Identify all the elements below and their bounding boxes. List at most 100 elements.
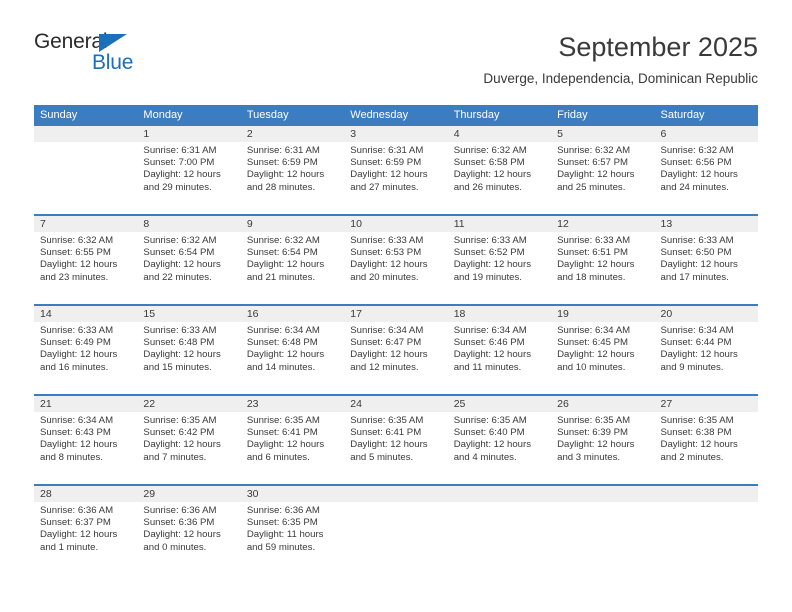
day-details — [344, 502, 447, 505]
brand-logo[interactable]: General Blue — [34, 30, 154, 82]
day-cell[interactable]: 10 Sunrise: 6:33 AM Sunset: 6:53 PM Dayl… — [344, 216, 448, 304]
sunrise-text: Sunrise: 6:33 AM — [143, 325, 217, 336]
day-details: Sunrise: 6:32 AM Sunset: 6:58 PM Dayligh… — [448, 142, 551, 194]
day-details: Sunrise: 6:31 AM Sunset: 6:59 PM Dayligh… — [344, 142, 447, 194]
sunrise-text: Sunrise: 6:36 AM — [246, 505, 320, 516]
sunset-text: Sunset: 6:52 PM — [453, 247, 525, 259]
sunrise-text: Sunrise: 6:33 AM — [453, 235, 527, 246]
sunset-text: Sunset: 6:41 PM — [246, 427, 318, 439]
day-details: Sunrise: 6:35 AM Sunset: 6:41 PM Dayligh… — [241, 412, 344, 464]
day-number: 6 — [654, 126, 758, 142]
day-cell[interactable] — [551, 486, 655, 574]
day-number: 26 — [551, 396, 655, 412]
day-details: Sunrise: 6:33 AM Sunset: 6:51 PM Dayligh… — [551, 232, 654, 284]
sunrise-text: Sunrise: 6:32 AM — [143, 235, 217, 246]
day-number: 23 — [240, 396, 345, 412]
day-cell[interactable]: 12 Sunrise: 6:33 AM Sunset: 6:51 PM Dayl… — [551, 216, 655, 304]
day-details — [34, 142, 137, 145]
day-cell[interactable]: 11 Sunrise: 6:33 AM Sunset: 6:52 PM Dayl… — [447, 216, 552, 304]
day-cell[interactable] — [344, 486, 448, 574]
day-cell[interactable]: 20 Sunrise: 6:34 AM Sunset: 6:44 PM Dayl… — [654, 306, 758, 394]
sunset-text: Sunset: 6:42 PM — [143, 427, 215, 439]
brand-name-blue: Blue — [92, 51, 134, 74]
day-cell[interactable]: 3 Sunrise: 6:31 AM Sunset: 6:59 PM Dayli… — [344, 126, 448, 214]
daylight-text: Daylight: 12 hours and 25 minutes. — [557, 169, 635, 193]
day-cell[interactable]: 4 Sunrise: 6:32 AM Sunset: 6:58 PM Dayli… — [447, 126, 552, 214]
day-cell[interactable]: 8 Sunrise: 6:32 AM Sunset: 6:54 PM Dayli… — [137, 216, 241, 304]
day-cell[interactable]: 15 Sunrise: 6:33 AM Sunset: 6:48 PM Dayl… — [137, 306, 241, 394]
day-cell[interactable] — [447, 486, 552, 574]
sunrise-text: Sunrise: 6:36 AM — [40, 505, 114, 516]
day-cell[interactable]: 6 Sunrise: 6:32 AM Sunset: 6:56 PM Dayli… — [654, 126, 758, 214]
sunset-text: Sunset: 6:56 PM — [660, 157, 732, 169]
day-details: Sunrise: 6:34 AM Sunset: 6:48 PM Dayligh… — [241, 322, 344, 374]
sunset-text: Sunset: 6:49 PM — [40, 337, 111, 349]
day-details: Sunrise: 6:35 AM Sunset: 6:42 PM Dayligh… — [137, 412, 240, 464]
day-cell[interactable] — [34, 126, 138, 214]
day-cell[interactable]: 2 Sunrise: 6:31 AM Sunset: 6:59 PM Dayli… — [240, 126, 345, 214]
daylight-text: Daylight: 12 hours and 28 minutes. — [246, 169, 325, 193]
sunrise-text: Sunrise: 6:35 AM — [246, 415, 320, 426]
daylight-text: Daylight: 12 hours and 16 minutes. — [40, 349, 118, 373]
daylight-text: Daylight: 12 hours and 2 minutes. — [660, 439, 738, 463]
day-cell[interactable]: 19 Sunrise: 6:34 AM Sunset: 6:45 PM Dayl… — [551, 306, 655, 394]
day-details: Sunrise: 6:33 AM Sunset: 6:49 PM Dayligh… — [34, 322, 137, 374]
day-details: Sunrise: 6:36 AM Sunset: 6:37 PM Dayligh… — [34, 502, 137, 554]
daylight-text: Daylight: 12 hours and 15 minutes. — [143, 349, 221, 373]
sunrise-text: Sunrise: 6:32 AM — [246, 235, 320, 246]
day-cell[interactable]: 22 Sunrise: 6:35 AM Sunset: 6:42 PM Dayl… — [137, 396, 241, 484]
day-cell[interactable]: 18 Sunrise: 6:34 AM Sunset: 6:46 PM Dayl… — [447, 306, 552, 394]
day-cell[interactable]: 24 Sunrise: 6:35 AM Sunset: 6:41 PM Dayl… — [344, 396, 448, 484]
weekday-header-wednesday: Wednesday — [350, 109, 409, 121]
day-details: Sunrise: 6:34 AM Sunset: 6:47 PM Dayligh… — [344, 322, 447, 374]
day-cell[interactable] — [654, 486, 758, 574]
day-number: 30 — [240, 486, 345, 502]
day-cell[interactable]: 16 Sunrise: 6:34 AM Sunset: 6:48 PM Dayl… — [240, 306, 345, 394]
day-cell[interactable]: 30 Sunrise: 6:36 AM Sunset: 6:35 PM Dayl… — [240, 486, 345, 574]
day-cell[interactable]: 27 Sunrise: 6:35 AM Sunset: 6:38 PM Dayl… — [654, 396, 758, 484]
day-number: 7 — [34, 216, 138, 232]
day-cell[interactable]: 5 Sunrise: 6:32 AM Sunset: 6:57 PM Dayli… — [551, 126, 655, 214]
sunrise-text: Sunrise: 6:32 AM — [40, 235, 114, 246]
day-cell[interactable]: 25 Sunrise: 6:35 AM Sunset: 6:40 PM Dayl… — [447, 396, 552, 484]
day-cell[interactable]: 21 Sunrise: 6:34 AM Sunset: 6:43 PM Dayl… — [34, 396, 138, 484]
day-details: Sunrise: 6:35 AM Sunset: 6:40 PM Dayligh… — [448, 412, 551, 464]
sunrise-text: Sunrise: 6:34 AM — [660, 325, 734, 336]
sunset-text: Sunset: 6:35 PM — [246, 517, 318, 529]
day-cell[interactable]: 28 Sunrise: 6:36 AM Sunset: 6:37 PM Dayl… — [34, 486, 138, 574]
daylight-text: Daylight: 12 hours and 0 minutes. — [143, 529, 221, 553]
day-cell[interactable]: 7 Sunrise: 6:32 AM Sunset: 6:55 PM Dayli… — [34, 216, 138, 304]
sunrise-text: Sunrise: 6:34 AM — [350, 325, 424, 336]
day-details: Sunrise: 6:35 AM Sunset: 6:38 PM Dayligh… — [655, 412, 758, 464]
day-cell[interactable]: 26 Sunrise: 6:35 AM Sunset: 6:39 PM Dayl… — [551, 396, 655, 484]
day-cell[interactable]: 9 Sunrise: 6:32 AM Sunset: 6:54 PM Dayli… — [240, 216, 345, 304]
sunset-text: Sunset: 6:37 PM — [40, 517, 111, 529]
sunset-text: Sunset: 6:50 PM — [660, 247, 732, 259]
sunset-text: Sunset: 6:38 PM — [660, 427, 732, 439]
sunrise-text: Sunrise: 6:35 AM — [143, 415, 217, 426]
day-cell[interactable]: 17 Sunrise: 6:34 AM Sunset: 6:47 PM Dayl… — [344, 306, 448, 394]
day-details: Sunrise: 6:34 AM Sunset: 6:45 PM Dayligh… — [551, 322, 654, 374]
daylight-text: Daylight: 12 hours and 27 minutes. — [350, 169, 428, 193]
daylight-text: Daylight: 12 hours and 14 minutes. — [246, 349, 325, 373]
day-cell[interactable]: 1 Sunrise: 6:31 AM Sunset: 7:00 PM Dayli… — [137, 126, 241, 214]
page-title: September 2025 — [558, 32, 758, 62]
day-cell[interactable]: 23 Sunrise: 6:35 AM Sunset: 6:41 PM Dayl… — [240, 396, 345, 484]
sunrise-text: Sunrise: 6:34 AM — [557, 325, 631, 336]
day-cell[interactable]: 13 Sunrise: 6:33 AM Sunset: 6:50 PM Dayl… — [654, 216, 758, 304]
day-cell[interactable]: 14 Sunrise: 6:33 AM Sunset: 6:49 PM Dayl… — [34, 306, 138, 394]
sunrise-text: Sunrise: 6:34 AM — [246, 325, 320, 336]
sunset-text: Sunset: 6:45 PM — [557, 337, 629, 349]
daylight-text: Daylight: 12 hours and 20 minutes. — [350, 259, 428, 283]
daylight-text: Daylight: 12 hours and 23 minutes. — [40, 259, 118, 283]
sunrise-text: Sunrise: 6:33 AM — [40, 325, 114, 336]
sunrise-text: Sunrise: 6:34 AM — [40, 415, 114, 426]
day-number: 10 — [344, 216, 448, 232]
day-number: 15 — [137, 306, 241, 322]
day-number: 2 — [240, 126, 345, 142]
day-details: Sunrise: 6:31 AM Sunset: 6:59 PM Dayligh… — [241, 142, 344, 194]
sunrise-text: Sunrise: 6:35 AM — [660, 415, 734, 426]
day-details: Sunrise: 6:34 AM Sunset: 6:44 PM Dayligh… — [655, 322, 758, 374]
day-cell[interactable]: 29 Sunrise: 6:36 AM Sunset: 6:36 PM Dayl… — [137, 486, 241, 574]
daylight-text: Daylight: 11 hours and 59 minutes. — [246, 529, 324, 553]
